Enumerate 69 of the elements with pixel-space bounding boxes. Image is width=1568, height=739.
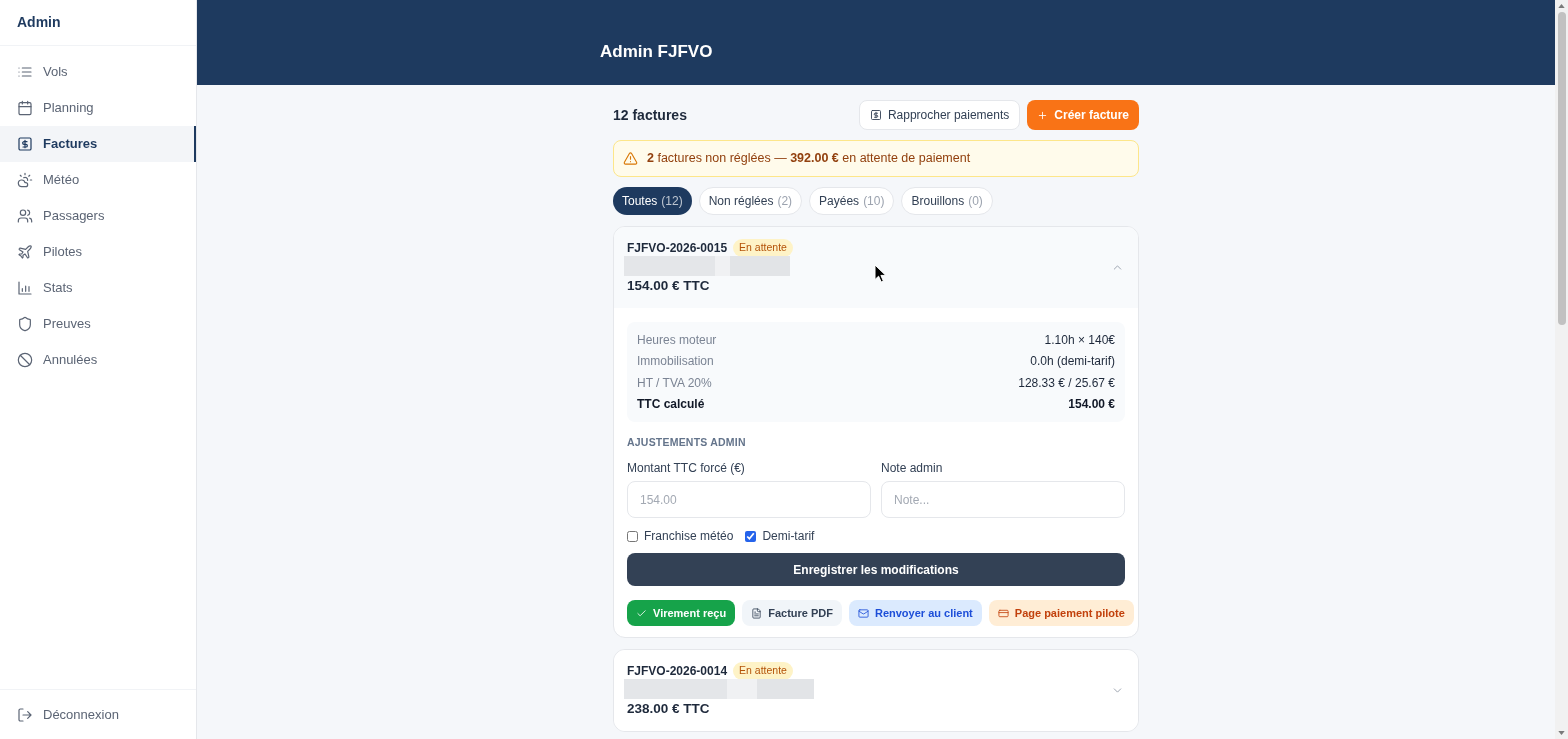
breakdown-label: Immobilisation xyxy=(637,353,714,371)
reconcile-button[interactable]: Rapprocher paiements xyxy=(858,100,1021,130)
save-button[interactable]: Enregistrer les modifications xyxy=(627,553,1125,586)
sidebar-item[interactable]: Météo xyxy=(0,162,196,198)
payment-received-button[interactable]: Virement reçu xyxy=(627,600,736,626)
checkbox-label: Franchise météo xyxy=(644,528,734,545)
alert-text: 2 factures non réglées — 392.00 € en attente de paiement xyxy=(647,150,971,168)
invoice-amount: 238.00 € TTC xyxy=(627,700,711,718)
breakdown-label: Heures moteur xyxy=(637,331,717,349)
input-field[interactable]: Note... xyxy=(881,481,1125,518)
field-label: Montant TTC forcé (€) xyxy=(627,460,746,476)
invoice-number: FJFVO-2026-0014 xyxy=(627,663,728,680)
scroll-up-arrow-icon[interactable] xyxy=(1558,4,1565,8)
checkbox[interactable] xyxy=(745,530,757,542)
check-icon xyxy=(636,607,647,619)
plus-icon xyxy=(1037,109,1049,121)
field-label: Note admin xyxy=(881,460,944,476)
breakdown-value: 1.10h × 140€ xyxy=(1044,331,1115,349)
scroll-down-arrow-icon[interactable] xyxy=(1558,731,1565,735)
shield-icon xyxy=(17,316,33,332)
file-icon xyxy=(751,607,763,619)
invoice-number: FJFVO-2026-0015 xyxy=(627,240,728,257)
invoice-count: 12 factures xyxy=(613,105,687,125)
filter-tab[interactable]: Payées (10) xyxy=(809,187,895,215)
mouse-pointer-icon xyxy=(874,264,887,283)
invoice-header[interactable]: FJFVO-2026-0015 En attente 154.00 € TTC xyxy=(614,227,1138,308)
warning-icon xyxy=(623,151,638,166)
status-badge: En attente xyxy=(733,239,793,257)
breakdown-label: TTC calculé xyxy=(637,396,705,414)
pdf-button[interactable]: Facture PDF xyxy=(742,600,842,626)
breakdown-value: 154.00 € xyxy=(1068,396,1115,414)
logout-icon xyxy=(17,706,33,723)
filter-tab[interactable]: Non réglées (2) xyxy=(698,187,803,215)
sidebar-item[interactable]: Vols xyxy=(0,54,196,90)
logout-link[interactable]: Déconnexion xyxy=(0,704,119,725)
breakdown-value: 128.33 € / 25.67 € xyxy=(1018,374,1115,392)
users-icon xyxy=(17,208,33,224)
sidebar-item[interactable]: Passagers xyxy=(0,198,196,234)
status-badge: En attente xyxy=(733,662,793,680)
mail-icon xyxy=(857,607,869,619)
breakdown-value: 0.0h (demi-tarif) xyxy=(1030,353,1115,371)
sidebar-item[interactable]: Preuves xyxy=(0,306,196,342)
plane-icon xyxy=(17,244,33,260)
invoice-header[interactable]: FJFVO-2026-0014 En attente 238.00 € TTC xyxy=(614,650,1138,731)
checkbox[interactable] xyxy=(627,530,638,542)
breakdown-label: HT / TVA 20% xyxy=(637,374,712,392)
input-field[interactable]: 154.00 xyxy=(627,481,871,518)
invoice-amount: 154.00 € TTC xyxy=(627,277,711,295)
bar-chart-icon xyxy=(17,280,33,296)
cloud-sun-icon xyxy=(17,172,33,188)
checkbox-label: Demi-tarif xyxy=(762,528,815,545)
sidebar-item[interactable]: Factures xyxy=(0,126,196,162)
section-heading: AJUSTEMENTS ADMIN xyxy=(627,435,747,449)
filter-tab[interactable]: Toutes (12) xyxy=(613,187,692,215)
payment-page-button[interactable]: Page paiement pilote xyxy=(988,600,1134,626)
sidebar-item[interactable]: Planning xyxy=(0,90,196,126)
ban-icon xyxy=(17,352,33,368)
resend-button[interactable]: Renvoyer au client xyxy=(848,600,982,626)
credit-card-icon xyxy=(997,607,1009,619)
sidebar-item[interactable]: Pilotes xyxy=(0,234,196,270)
sidebar-title: Admin xyxy=(17,13,61,32)
calendar-icon xyxy=(17,100,33,116)
dollar-square-icon xyxy=(869,109,882,121)
scrollbar-thumb[interactable] xyxy=(1557,12,1566,325)
filter-tab[interactable]: Brouillons (0) xyxy=(901,187,993,215)
sidebar-item[interactable]: Annulées xyxy=(0,342,196,378)
dollar-square-icon xyxy=(17,136,33,152)
page-title: Admin FJFVO xyxy=(600,41,713,63)
sidebar-item[interactable]: Stats xyxy=(0,270,196,306)
